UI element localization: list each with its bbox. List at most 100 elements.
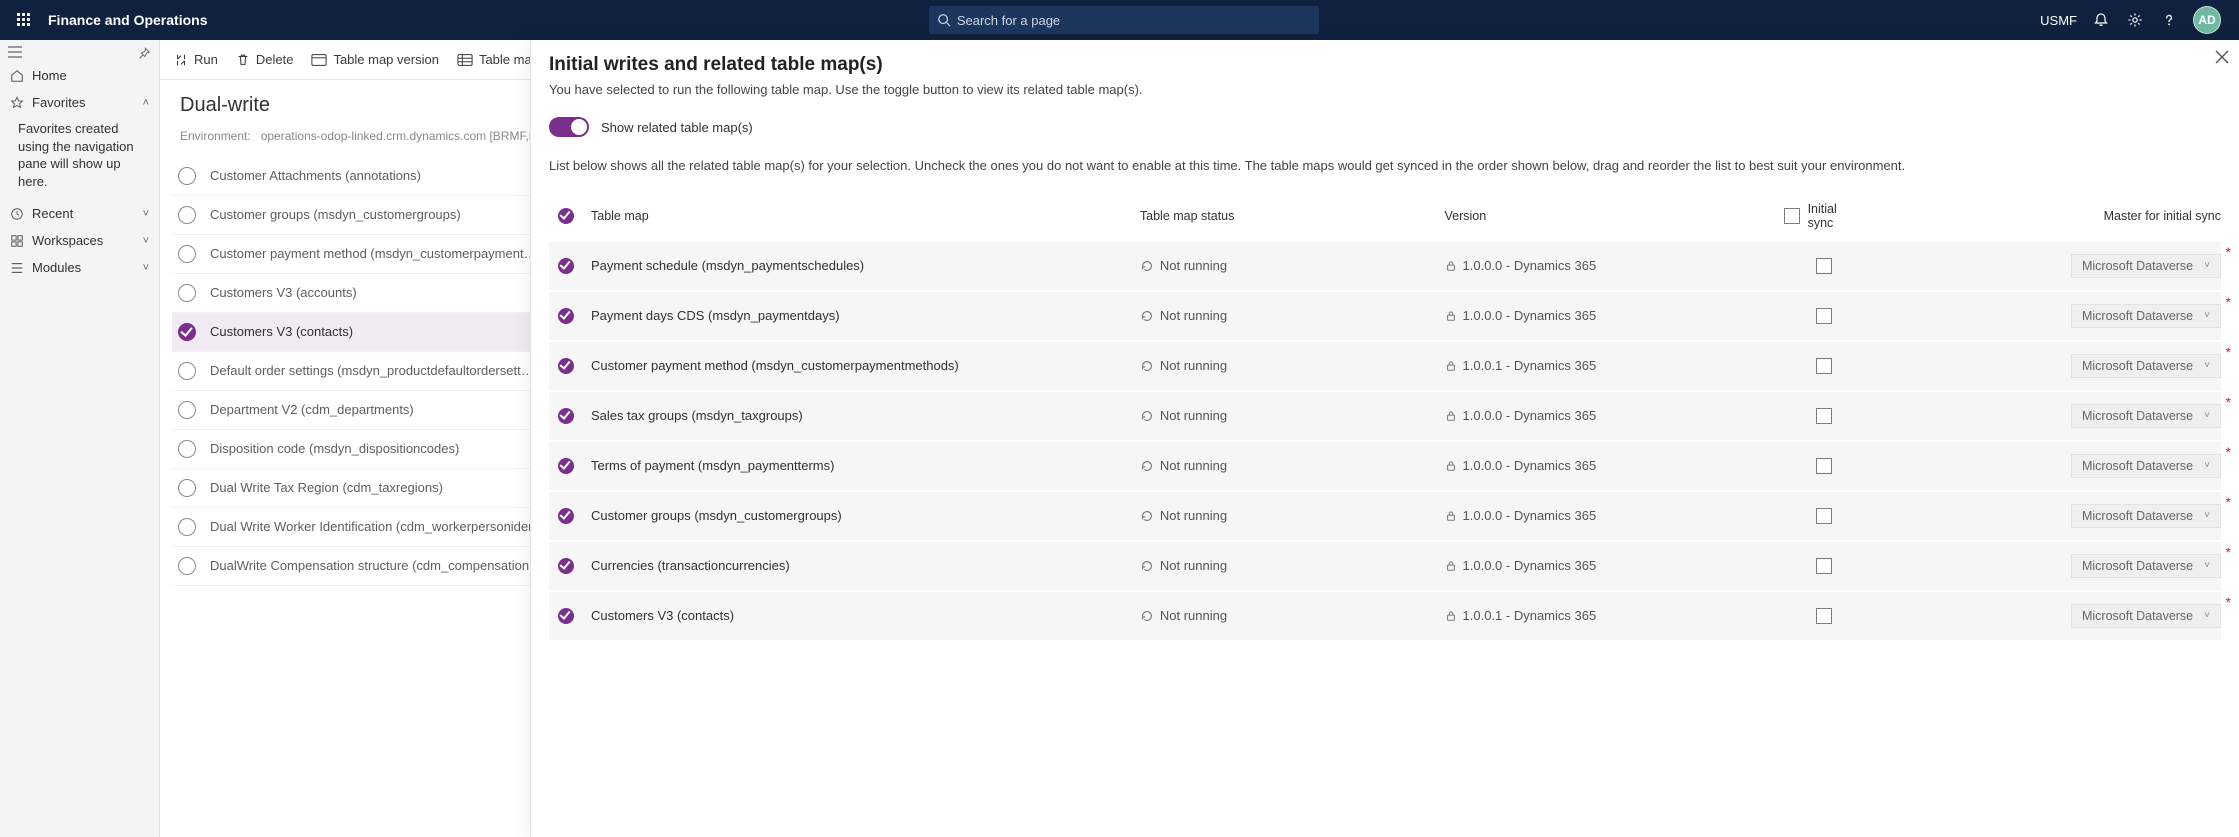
row-status: Not running — [1140, 558, 1437, 573]
grid-row[interactable]: Currencies (transactioncurrencies)Not ru… — [549, 542, 2221, 590]
grid-row[interactable]: Payment days CDS (msdyn_paymentdays)Not … — [549, 292, 2221, 340]
row-master-select[interactable]: Microsoft Dataverse˅* — [1872, 404, 2221, 428]
notifications-icon[interactable] — [2091, 10, 2111, 30]
row-table-map-name: Payment schedule (msdyn_paymentschedules… — [591, 258, 1132, 273]
waffle-icon — [17, 13, 31, 27]
col-table-map: Table map — [591, 209, 1132, 223]
row-initial-sync-checkbox[interactable] — [1784, 408, 1864, 424]
row-status: Not running — [1140, 458, 1437, 473]
chevron-down-icon: ˅ — [2204, 410, 2210, 421]
row-select-radio[interactable] — [178, 284, 196, 302]
nav-favorites[interactable]: Favorites ˄ — [0, 89, 159, 116]
row-master-select[interactable]: Microsoft Dataverse˅* — [1872, 554, 2221, 578]
nav-expand-icon[interactable] — [8, 46, 22, 60]
grid-row[interactable]: Sales tax groups (msdyn_taxgroups)Not ru… — [549, 392, 2221, 440]
nav-favorites-label: Favorites — [32, 95, 85, 110]
nav-workspaces[interactable]: Workspaces ˅ — [0, 227, 159, 254]
row-master-select[interactable]: Microsoft Dataverse˅* — [1872, 354, 2221, 378]
gear-icon[interactable] — [2125, 10, 2145, 30]
grid-row[interactable]: Customer groups (msdyn_customergroups)No… — [549, 492, 2221, 540]
lock-icon — [1445, 610, 1457, 622]
status-icon — [1140, 409, 1154, 423]
nav-modules[interactable]: Modules ˅ — [0, 254, 159, 281]
row-status: Not running — [1140, 258, 1437, 273]
required-asterisk: * — [2226, 444, 2231, 460]
row-master-select[interactable]: Microsoft Dataverse˅* — [1872, 504, 2221, 528]
row-checkbox[interactable] — [549, 358, 583, 374]
search-input[interactable]: Search for a page — [929, 6, 1319, 34]
row-checkbox[interactable] — [549, 608, 583, 624]
row-select-radio[interactable] — [178, 440, 196, 458]
legal-entity[interactable]: USMF — [2040, 13, 2077, 28]
run-icon — [174, 53, 188, 67]
help-icon[interactable] — [2159, 10, 2179, 30]
status-icon — [1140, 559, 1154, 573]
select-all-checkbox[interactable] — [549, 208, 583, 224]
row-master-select[interactable]: Microsoft Dataverse˅* — [1872, 304, 2221, 328]
row-initial-sync-checkbox[interactable] — [1784, 458, 1864, 474]
cmd-run-label: Run — [194, 52, 218, 67]
chevron-down-icon: ˅ — [2204, 360, 2210, 371]
table-map-label: Customers V3 (contacts) — [210, 324, 353, 340]
grid-row[interactable]: Payment schedule (msdyn_paymentschedules… — [549, 242, 2221, 290]
favorites-empty-note: Favorites created using the navigation p… — [0, 116, 159, 200]
row-initial-sync-checkbox[interactable] — [1784, 608, 1864, 624]
search-icon — [937, 13, 951, 27]
row-initial-sync-checkbox[interactable] — [1784, 508, 1864, 524]
nav-pin-icon[interactable] — [137, 46, 151, 60]
required-asterisk: * — [2226, 494, 2231, 510]
app-launcher-icon[interactable] — [8, 0, 40, 40]
home-icon — [10, 69, 24, 83]
row-master-select[interactable]: Microsoft Dataverse˅* — [1872, 454, 2221, 478]
row-checkbox[interactable] — [549, 508, 583, 524]
row-checkbox[interactable] — [549, 408, 583, 424]
show-related-toggle-label: Show related table map(s) — [601, 120, 753, 135]
chevron-up-icon: ˄ — [143, 97, 149, 109]
cmd-delete[interactable]: Delete — [236, 52, 294, 67]
cmd-delete-label: Delete — [256, 52, 294, 67]
initial-sync-header-checkbox[interactable] — [1784, 208, 1800, 224]
row-version: 1.0.0.1 - Dynamics 365 — [1445, 608, 1777, 623]
row-checkbox[interactable] — [549, 308, 583, 324]
top-right-controls: USMF AD — [2040, 6, 2231, 34]
row-table-map-name: Payment days CDS (msdyn_paymentdays) — [591, 308, 1132, 323]
row-master-select[interactable]: Microsoft Dataverse˅* — [1872, 254, 2221, 278]
grid-row[interactable]: Customers V3 (contacts)Not running1.0.0.… — [549, 592, 2221, 640]
row-select-radio[interactable] — [178, 362, 196, 380]
row-select-radio[interactable] — [178, 557, 196, 575]
required-asterisk: * — [2226, 344, 2231, 360]
nav-home[interactable]: Home — [0, 62, 159, 89]
row-table-map-name: Customer payment method (msdyn_customerp… — [591, 358, 1132, 373]
table-map-label: Department V2 (cdm_departments) — [210, 402, 414, 418]
required-asterisk: * — [2226, 244, 2231, 260]
grid-row[interactable]: Customer payment method (msdyn_customerp… — [549, 342, 2221, 390]
row-select-radio[interactable] — [178, 401, 196, 419]
row-master-select[interactable]: Microsoft Dataverse˅* — [1872, 604, 2221, 628]
row-initial-sync-checkbox[interactable] — [1784, 558, 1864, 574]
table-map-label: Customers V3 (accounts) — [210, 285, 357, 301]
row-select-radio[interactable] — [178, 323, 196, 341]
avatar[interactable]: AD — [2193, 6, 2221, 34]
row-initial-sync-checkbox[interactable] — [1784, 308, 1864, 324]
cmd-table-map-version[interactable]: Table map version — [311, 52, 439, 67]
cmd-run[interactable]: Run — [174, 52, 218, 67]
nav-recent[interactable]: Recent ˅ — [0, 200, 159, 227]
environment-value: operations-odop-linked.crm.dynamics.com … — [261, 129, 558, 143]
row-select-radio[interactable] — [178, 479, 196, 497]
close-icon[interactable] — [2215, 50, 2229, 64]
row-select-radio[interactable] — [178, 245, 196, 263]
row-checkbox[interactable] — [549, 558, 583, 574]
show-related-toggle[interactable] — [549, 117, 589, 137]
row-select-radio[interactable] — [178, 518, 196, 536]
row-select-radio[interactable] — [178, 167, 196, 185]
row-select-radio[interactable] — [178, 206, 196, 224]
row-initial-sync-checkbox[interactable] — [1784, 258, 1864, 274]
row-checkbox[interactable] — [549, 458, 583, 474]
required-asterisk: * — [2226, 294, 2231, 310]
table-map-label: Default order settings (msdyn_productdef… — [210, 363, 534, 379]
row-checkbox[interactable] — [549, 258, 583, 274]
col-initial-sync-label: Initial sync — [1808, 202, 1864, 230]
row-initial-sync-checkbox[interactable] — [1784, 358, 1864, 374]
chevron-down-icon: ˅ — [2204, 260, 2210, 271]
grid-row[interactable]: Terms of payment (msdyn_paymentterms)Not… — [549, 442, 2221, 490]
